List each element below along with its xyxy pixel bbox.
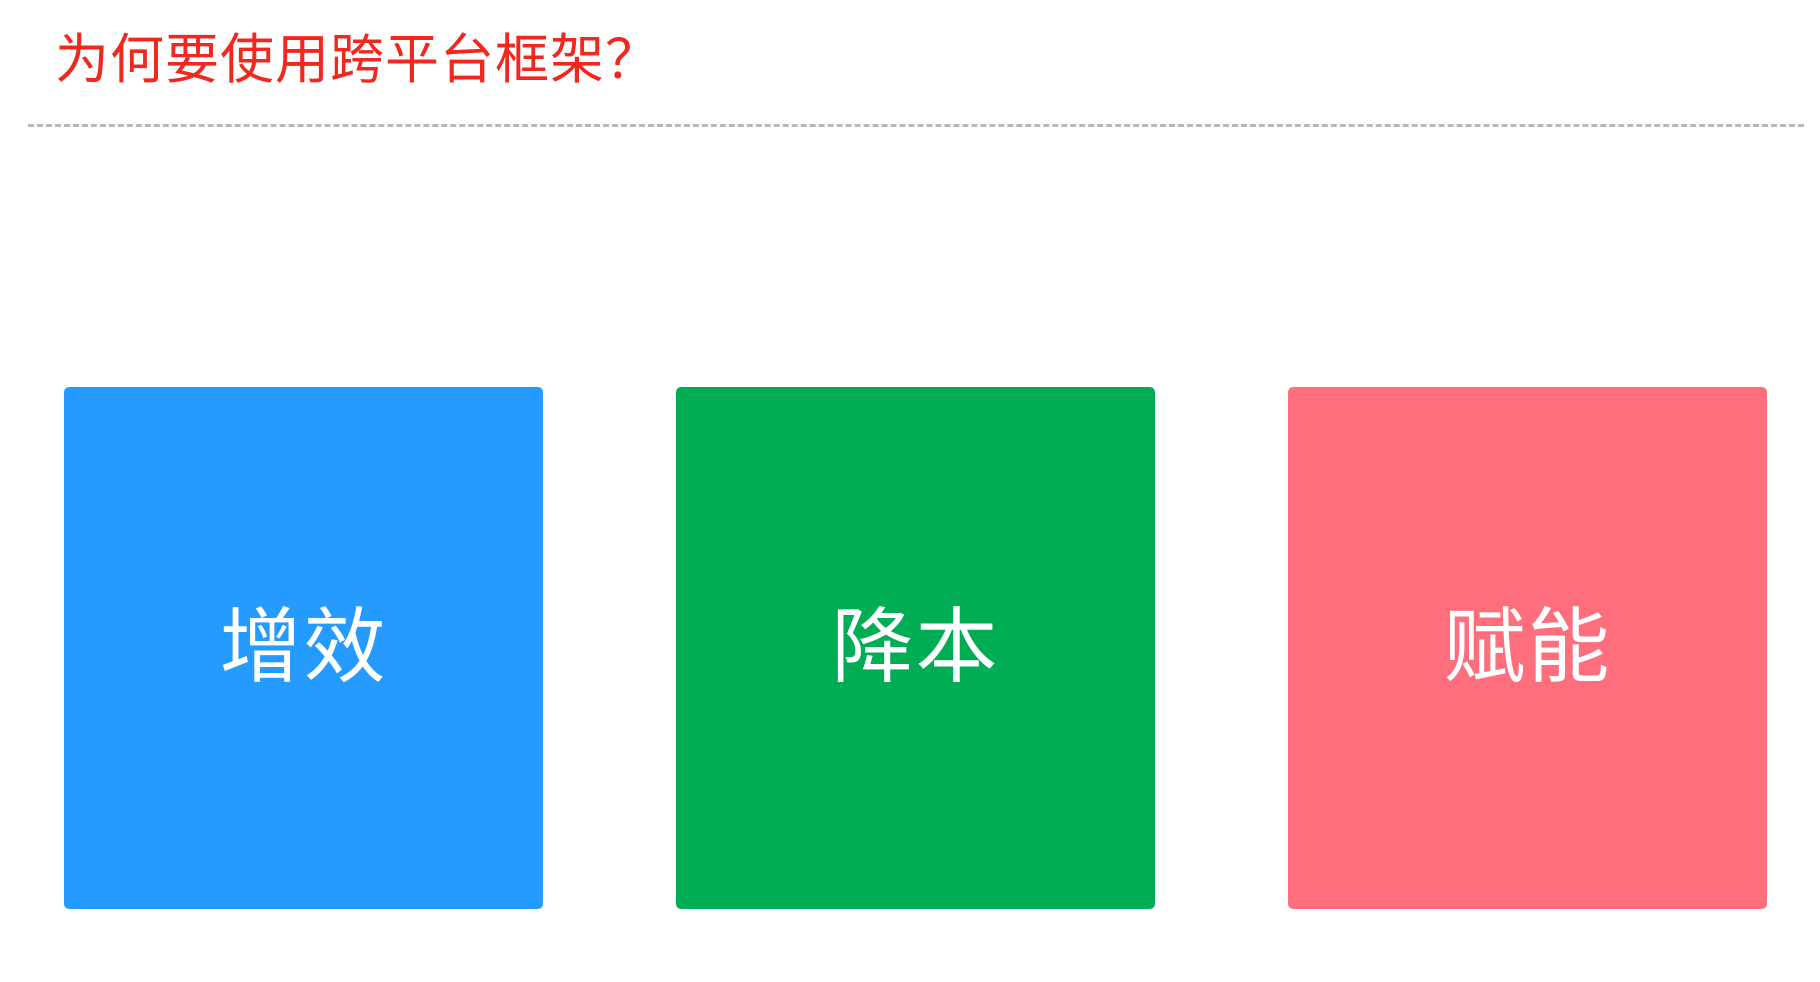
card-label: 降本 xyxy=(831,600,1000,695)
card-empowerment: 赋能 xyxy=(1288,387,1767,909)
card-efficiency: 增效 xyxy=(64,387,543,909)
card-label: 赋能 xyxy=(1443,600,1612,695)
page-title: 为何要使用跨平台框架？ xyxy=(55,28,660,91)
dotted-divider xyxy=(28,124,1804,127)
card-cost-reduction: 降本 xyxy=(676,387,1155,909)
card-label: 增效 xyxy=(219,600,388,695)
